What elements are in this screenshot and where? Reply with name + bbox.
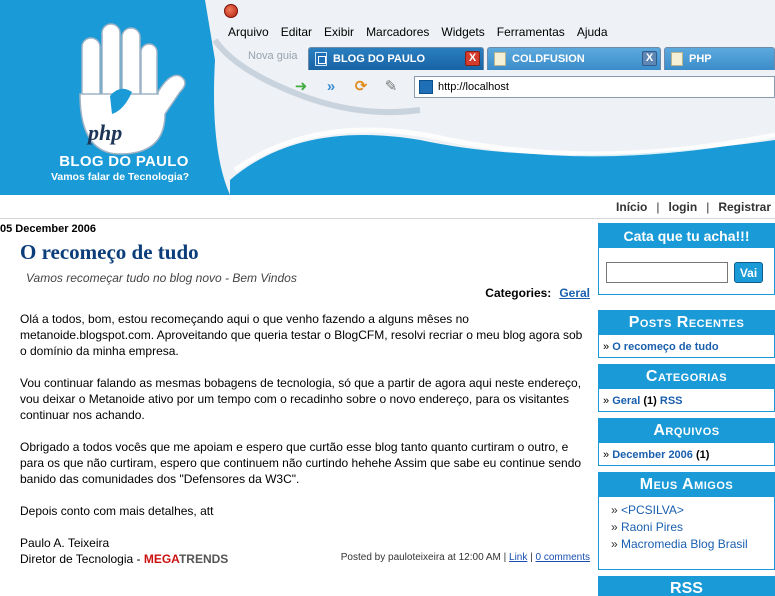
friends-list: <PCSILVA> Raoni Pires Macromedia Blog Br…: [599, 497, 774, 560]
blog-tagline: Vamos falar de Tecnologia?: [50, 171, 190, 183]
post-paragraph: Depois conto com mais detalhes, att: [20, 504, 214, 518]
post-paragraph: Vou continuar falando as mesmas bobagens…: [20, 376, 582, 422]
friends-title: Meus Amigos: [599, 473, 774, 497]
search-box-title: Cata que tu acha!!!: [599, 224, 774, 248]
friend-link[interactable]: Raoni Pires: [621, 520, 683, 534]
menu-marcadores[interactable]: Marcadores: [360, 22, 435, 44]
permalink-link[interactable]: Link: [509, 552, 527, 563]
archive-link[interactable]: December 2006: [612, 449, 693, 461]
list-item: Raoni Pires: [611, 520, 770, 534]
list-item: <PCSILVA>: [611, 503, 770, 517]
tab-label: COLDFUSION: [512, 53, 585, 65]
signature-role: Diretor de Tecnologia -: [20, 552, 144, 566]
categories-label: Categories:: [485, 286, 552, 300]
close-tab-icon[interactable]: X: [465, 51, 480, 66]
address-url: http://localhost: [438, 81, 509, 93]
site-header: Arquivo Editar Exibir Marcadores Widgets…: [0, 0, 775, 195]
edit-pencil-icon[interactable]: ✎: [380, 76, 402, 96]
friend-link[interactable]: <PCSILVA>: [621, 503, 684, 517]
company-name-mega: MEGA: [143, 552, 179, 566]
blog-page-icon: [315, 52, 327, 66]
search-input[interactable]: [606, 262, 728, 283]
logo-php-text: php: [86, 120, 122, 145]
tab-php[interactable]: PHP: [664, 47, 775, 70]
link-login[interactable]: login: [669, 200, 698, 214]
archive-count: (1): [695, 449, 710, 461]
post-body: Olá a todos, bom, estou recomeçando aqui…: [20, 311, 588, 567]
new-tab-button[interactable]: Nova guia: [248, 50, 298, 62]
post-title[interactable]: O recomeço de tudo: [20, 240, 199, 265]
list-item: » O recomeço de tudo: [603, 341, 719, 353]
browser-logo-icon: [224, 4, 238, 18]
tab-label: PHP: [689, 53, 712, 65]
blog-title: BLOG DO PAULO: [59, 153, 189, 170]
tab-coldfusion[interactable]: COLDFUSION X: [487, 47, 661, 70]
document-icon: [494, 52, 506, 66]
category-rss-link[interactable]: RSS: [660, 395, 683, 407]
friend-link[interactable]: Macromedia Blog Brasil: [621, 537, 748, 551]
browser-navbar: ➜ » ⟳ ✎: [290, 75, 402, 97]
category-link-geral[interactable]: Geral: [559, 286, 590, 300]
forward-arrow-icon[interactable]: ➜: [290, 76, 312, 96]
post-categories: Categories: Geral: [485, 286, 590, 300]
menu-exibir[interactable]: Exibir: [318, 22, 360, 44]
main-content: 05 December 2006 O recomeço de tudo Vamo…: [0, 219, 593, 596]
list-item: Macromedia Blog Brasil: [611, 537, 770, 551]
link-inicio[interactable]: Início: [616, 200, 647, 214]
category-link-geral-sidebar[interactable]: Geral: [612, 395, 640, 407]
post-date: 05 December 2006: [0, 223, 97, 235]
post-paragraph: Olá a todos, bom, estou recomeçando aqui…: [20, 312, 583, 358]
top-links: Início | login | Registrar: [616, 200, 771, 214]
browser-menubar: Arquivo Editar Exibir Marcadores Widgets…: [222, 22, 614, 44]
tab-blog-do-paulo[interactable]: BLOG DO PAULO X: [308, 47, 484, 70]
post-footer: Posted by pauloteixeira at 12:00 AM | Li…: [341, 552, 590, 563]
menu-ajuda[interactable]: Ajuda: [571, 22, 614, 44]
footer-separator: |: [527, 552, 536, 563]
address-bar[interactable]: http://localhost: [414, 76, 775, 98]
reload-icon[interactable]: ⟳: [350, 76, 372, 96]
document-icon: [671, 52, 683, 66]
menu-ferramentas[interactable]: Ferramentas: [491, 22, 571, 44]
archives-box: Arquivos » December 2006 (1): [598, 418, 775, 466]
site-favicon-icon: [419, 80, 433, 94]
close-tab-icon[interactable]: X: [642, 51, 657, 66]
list-item: » December 2006 (1): [603, 449, 710, 461]
fast-forward-icon[interactable]: »: [320, 76, 342, 96]
company-name-trends: TRENDS: [178, 552, 229, 566]
rss-title: RSS: [599, 577, 774, 596]
search-button[interactable]: Vai: [734, 262, 763, 283]
tab-label: BLOG DO PAULO: [333, 53, 426, 65]
list-item: » Geral (1) RSS: [603, 395, 683, 407]
menu-editar[interactable]: Editar: [275, 22, 318, 44]
menu-arquivo[interactable]: Arquivo: [222, 22, 275, 44]
friends-box: Meus Amigos <PCSILVA> Raoni Pires Macrom…: [598, 472, 775, 570]
rss-box: RSS: [598, 576, 775, 596]
category-count: (1): [643, 395, 657, 407]
sidebar: Cata que tu acha!!! Vai Posts Recentes »…: [598, 219, 775, 596]
post-subtitle: Vamos recomeçar tudo no blog novo - Bem …: [26, 271, 297, 285]
post-paragraph: Obrigado a todos vocês que me apoiam e e…: [20, 440, 582, 486]
browser-tabstrip: Nova guia BLOG DO PAULO X COLDFUSION X P…: [230, 47, 775, 71]
comments-link[interactable]: 0 comments: [536, 552, 590, 563]
menu-widgets[interactable]: Widgets: [435, 22, 490, 44]
recent-posts-box: Posts Recentes » O recomeço de tudo: [598, 310, 775, 358]
recent-posts-title: Posts Recentes: [599, 311, 774, 335]
posted-by-text: Posted by pauloteixeira at 12:00 AM |: [340, 552, 510, 563]
search-box: Cata que tu acha!!! Vai: [598, 223, 775, 295]
signature-name: Paulo A. Teixeira: [20, 536, 110, 550]
archives-title: Arquivos: [599, 419, 774, 443]
categories-title: Categorias: [599, 365, 774, 389]
link-registrar[interactable]: Registrar: [718, 200, 771, 214]
categories-box: Categorias » Geral (1) RSS: [598, 364, 775, 412]
recent-post-link[interactable]: O recomeço de tudo: [612, 341, 718, 353]
